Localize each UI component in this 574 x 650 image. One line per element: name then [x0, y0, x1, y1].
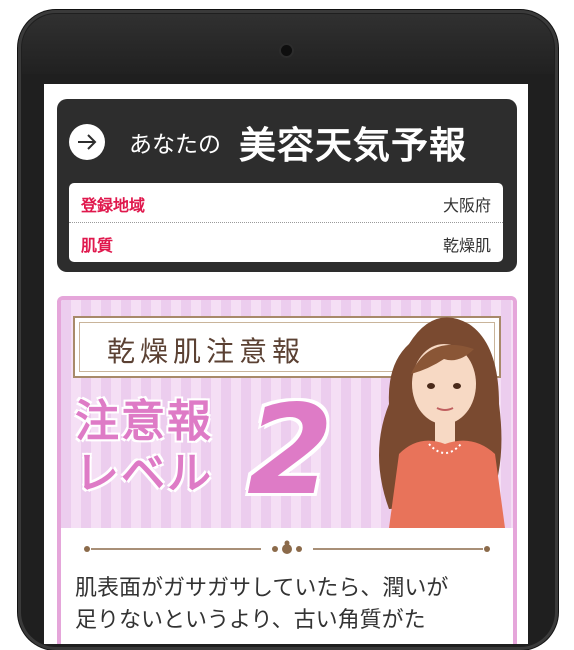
alert-level-label-line2: レベル [75, 448, 213, 499]
skin-type-value: 乾燥肌 [442, 238, 491, 255]
card-title-prefix: あなたの [129, 132, 221, 158]
region-label: 登録地域 [81, 198, 146, 215]
dry-skin-alert-card: 乾燥肌注意報 注意報 レベル 2 肌表面がガサガサしていたら、潤いが 足りないと… [57, 296, 517, 644]
alert-banner-title: 乾燥肌注意報 [107, 335, 306, 368]
alert-description-line1: 肌表面がガサガサしていたら、潤いが [75, 575, 449, 600]
woman-illustration [379, 317, 505, 528]
arrow-right-icon[interactable] [69, 124, 105, 160]
alert-level-label: 注意報 レベル [75, 396, 213, 500]
front-camera [281, 45, 292, 56]
alert-description-line2: 足りないというより、古い角質がた [75, 607, 426, 632]
alert-description: 肌表面がガサガサしていたら、潤いが 足りないというより、古い角質がた [75, 572, 505, 636]
beauty-weather-card[interactable]: あなたの 美容天気予報 登録地域 大阪府 肌質 乾燥肌 [57, 99, 517, 272]
alert-level-number: 2 [247, 379, 334, 523]
profile-info-box: 登録地域 大阪府 肌質 乾燥肌 [69, 183, 503, 262]
ornament-divider [84, 540, 490, 554]
tablet-screen: あなたの 美容天気予報 登録地域 大阪府 肌質 乾燥肌 乾燥肌注意報 注意報 レ… [44, 84, 528, 644]
info-row-region: 登録地域 大阪府 [69, 183, 503, 223]
region-value: 大阪府 [442, 198, 491, 215]
alert-level-label-line1: 注意報 [75, 396, 213, 447]
skin-type-label: 肌質 [81, 238, 114, 255]
card-title: 美容天気予報 [239, 123, 467, 167]
tablet-bezel-highlight [22, 14, 554, 74]
info-row-skin-type: 肌質 乾燥肌 [69, 223, 503, 262]
